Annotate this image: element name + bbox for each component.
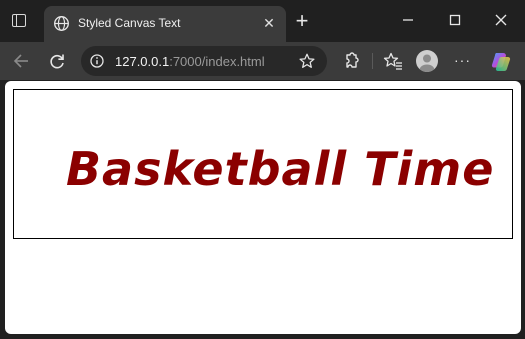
toolbar-separator <box>372 53 373 69</box>
profile-avatar[interactable] <box>416 50 438 72</box>
close-icon[interactable]: ✕ <box>261 15 277 31</box>
user-icon <box>419 54 435 72</box>
globe-icon <box>54 16 69 31</box>
window-close-icon[interactable] <box>491 10 511 30</box>
tab-active[interactable]: Styled Canvas Text ✕ <box>44 6 286 42</box>
url-path: :7000/index.html <box>169 54 265 69</box>
extensions-icon[interactable] <box>341 51 361 71</box>
more-icon[interactable]: ··· <box>454 50 471 70</box>
window-menu-icon[interactable] <box>12 14 26 27</box>
tab-title: Styled Canvas Text <box>78 16 181 30</box>
refresh-icon[interactable] <box>47 51 67 71</box>
favorites-list-icon[interactable] <box>383 51 403 71</box>
url-host: 127.0.0.1 <box>115 54 170 69</box>
new-tab-icon[interactable]: + <box>292 10 312 32</box>
url-text: 127.0.0.1:7000/index.html <box>115 54 265 69</box>
page-viewport: Basketball Time <box>5 81 521 334</box>
browser-window: Styled Canvas Text ✕ + 127.0.0.1:7000/in… <box>0 0 525 339</box>
maximize-icon[interactable] <box>445 10 465 30</box>
tab-strip: Styled Canvas Text ✕ + <box>0 0 525 42</box>
favorite-icon[interactable] <box>298 52 316 70</box>
canvas: Basketball Time <box>13 89 513 239</box>
address-bar[interactable]: 127.0.0.1:7000/index.html <box>81 46 327 76</box>
back-icon[interactable] <box>11 51 31 71</box>
toolbar: 127.0.0.1:7000/index.html ··· <box>0 42 525 80</box>
copilot-icon[interactable] <box>490 50 512 72</box>
site-info-icon[interactable] <box>89 53 105 69</box>
minimize-icon[interactable] <box>398 10 418 30</box>
canvas-text: Basketball Time <box>66 142 495 196</box>
